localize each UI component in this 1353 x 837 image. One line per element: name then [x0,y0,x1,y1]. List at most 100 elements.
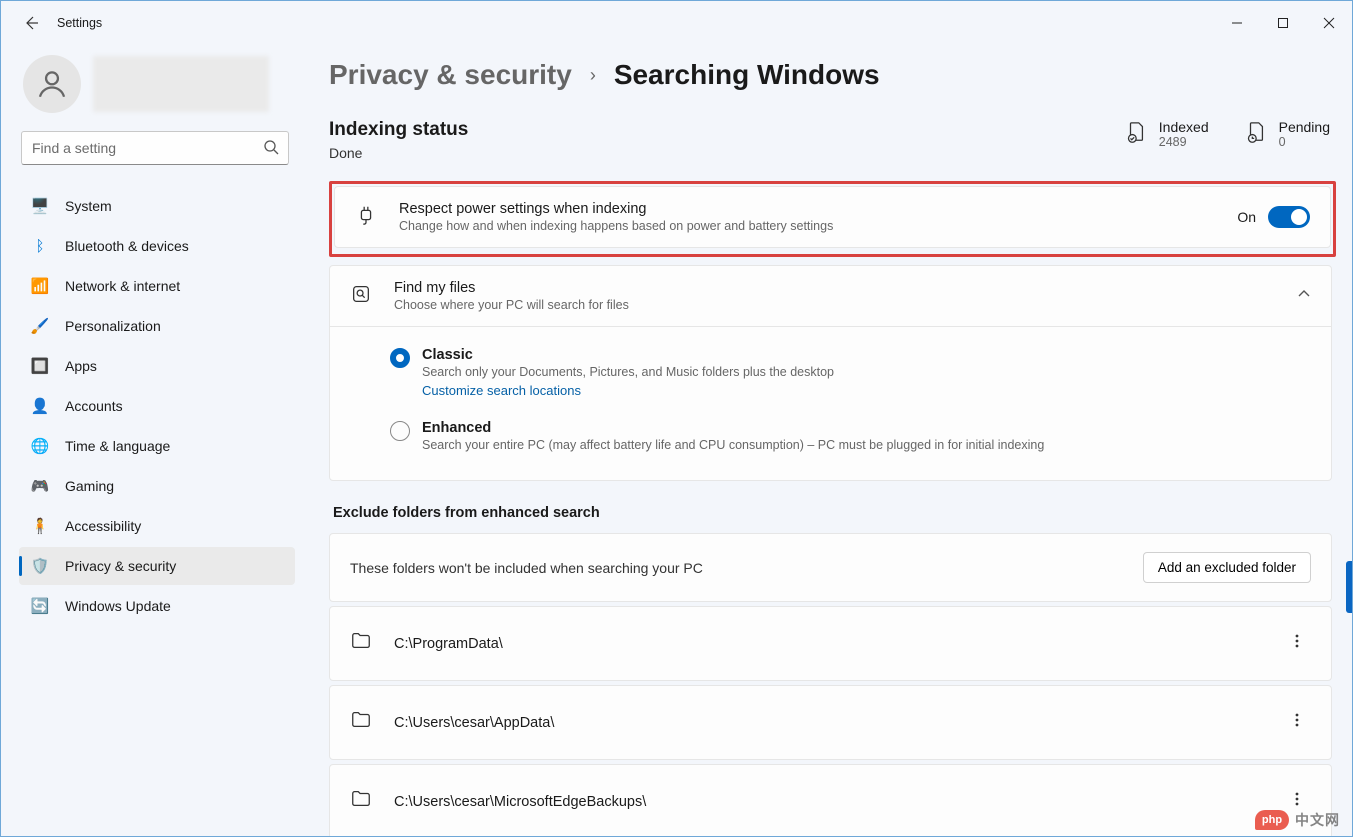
indexing-status-heading: Indexing status [329,119,468,141]
maximize-button[interactable] [1260,7,1306,39]
sidebar-item-label: Privacy & security [65,558,176,574]
nav-list: 🖥️ System ᛒ Bluetooth & devices 📶 Network & i… [19,187,295,625]
main-content: Privacy & security › Searching Windows I… [301,45,1352,836]
radio-classic[interactable] [390,348,410,368]
respect-power-toggle[interactable] [1268,206,1310,228]
radio-enhanced[interactable] [390,421,410,441]
find-my-files-desc: Choose where your PC will search for fil… [394,298,1275,312]
sidebar-item-label: Network & internet [65,278,180,294]
close-button[interactable] [1306,7,1352,39]
exclude-intro-text: These folders won't be included when sea… [350,560,703,576]
find-my-files-title: Find my files [394,280,1275,296]
folder-path: C:\ProgramData\ [394,636,1261,652]
excluded-folder-row: C:\ProgramData\ [330,607,1331,680]
accent-strip [1346,561,1352,613]
sidebar: 🖥️ System ᛒ Bluetooth & devices 📶 Network & i… [1,45,301,836]
watermark-logo: php [1255,810,1289,830]
titlebar: Settings [1,1,1352,45]
file-check-icon [1125,121,1147,148]
radio-title: Enhanced [422,420,1044,436]
maximize-icon [1277,17,1289,29]
find-my-files-header[interactable]: Find my files Choose where your PC will … [330,266,1331,326]
sidebar-item-bluetooth-devices[interactable]: ᛒ Bluetooth & devices [19,227,295,265]
nav-icon: 🎮 [31,477,49,495]
add-excluded-folder-button[interactable]: Add an excluded folder [1143,552,1311,583]
excluded-folder-row: C:\Users\cesar\AppData\ [330,686,1331,759]
indexing-status-row: Indexing status Done Indexed 2489 [329,119,1340,161]
respect-power-setting-row: Respect power settings when indexing Cha… [335,187,1330,247]
nav-icon: 🧍 [31,517,49,535]
nav-icon: 📶 [31,277,49,295]
radio-desc: Search your entire PC (may affect batter… [422,438,1044,452]
exclude-intro-row: These folders won't be included when sea… [330,534,1331,601]
close-icon [1323,17,1335,29]
indexed-label: Indexed [1159,119,1209,135]
profile-info-redacted [93,56,269,112]
sidebar-item-label: Windows Update [65,598,171,614]
sidebar-item-windows-update[interactable]: 🔄 Windows Update [19,587,295,625]
sidebar-item-network-internet[interactable]: 📶 Network & internet [19,267,295,305]
folder-icon [350,709,372,736]
sidebar-item-label: Time & language [65,438,170,454]
nav-icon: 🖥️ [31,197,49,215]
more-options-button[interactable] [1283,627,1311,660]
sidebar-item-accounts[interactable]: 👤Accounts [19,387,295,425]
breadcrumb-parent[interactable]: Privacy & security [329,59,572,91]
sidebar-item-privacy-security[interactable]: 🛡️ Privacy & security [19,547,295,585]
search-file-icon [350,283,372,310]
chevron-up-icon [1297,287,1311,306]
sidebar-item-label: Bluetooth & devices [65,238,189,254]
indexed-metric: Indexed 2489 [1125,119,1209,149]
folder-path: C:\Users\cesar\MicrosoftEdgeBackups\ [394,794,1261,810]
nav-icon: 🖌️ [31,317,49,335]
toggle-state-label: On [1237,209,1256,225]
sidebar-item-gaming[interactable]: 🎮 Gaming [19,467,295,505]
search-wrap [21,131,289,165]
nav-icon: 🔄 [31,597,49,615]
exclude-heading: Exclude folders from enhanced search [333,505,1340,521]
more-options-button[interactable] [1283,706,1311,739]
sidebar-item-label: Personalization [65,318,161,334]
search-input[interactable] [21,131,289,165]
highlighted-setting: Respect power settings when indexing Cha… [329,181,1336,257]
watermark: php 中文网 [1255,810,1340,830]
find-files-option-enhanced[interactable]: Enhanced Search your entire PC (may affec… [390,410,1311,462]
profile-block[interactable] [19,55,295,113]
customize-search-link[interactable]: Customize search locations [422,383,581,398]
folder-icon [350,788,372,815]
indexed-value: 2489 [1159,135,1209,149]
breadcrumb-current: Searching Windows [614,59,880,91]
excluded-folder-list: C:\ProgramData\ C:\Users\cesar\AppData\ C:… [329,606,1340,836]
respect-power-desc: Change how and when indexing happens bas… [399,219,1215,233]
breadcrumb: Privacy & security › Searching Windows [329,59,1340,91]
respect-power-title: Respect power settings when indexing [399,201,1215,217]
excluded-folder-row: C:\Users\cesar\MicrosoftEdgeBackups\ [330,765,1331,836]
sidebar-item-label: Accessibility [65,518,141,534]
sidebar-item-personalization[interactable]: 🖌️ Personalization [19,307,295,345]
pending-value: 0 [1279,135,1330,149]
person-icon [35,67,69,101]
pending-label: Pending [1279,119,1330,135]
nav-icon: 🛡️ [31,557,49,575]
file-clock-icon [1245,121,1267,148]
pending-metric: Pending 0 [1245,119,1330,149]
nav-icon: ᛒ [31,237,49,255]
radio-title: Classic [422,347,834,363]
back-button[interactable] [19,11,43,35]
sidebar-item-label: Gaming [65,478,114,494]
nav-icon: 👤 [31,397,49,415]
radio-desc: Search only your Documents, Pictures, an… [422,365,834,379]
minimize-button[interactable] [1214,7,1260,39]
indexing-status-value: Done [329,145,468,161]
sidebar-item-apps[interactable]: 🔲Apps [19,347,295,385]
nav-icon: 🔲 [31,357,49,375]
sidebar-item-accessibility[interactable]: 🧍 Accessibility [19,507,295,545]
sidebar-item-label: System [65,198,112,214]
sidebar-item-time-language[interactable]: 🌐 Time & language [19,427,295,465]
nav-icon: 🌐 [31,437,49,455]
sidebar-item-system[interactable]: 🖥️ System [19,187,295,225]
titlebar-left: Settings [19,11,102,35]
find-files-option-classic[interactable]: Classic Search only your Documents, Pictu… [390,337,1311,410]
folder-path: C:\Users\cesar\AppData\ [394,715,1261,731]
watermark-text: 中文网 [1295,810,1340,830]
